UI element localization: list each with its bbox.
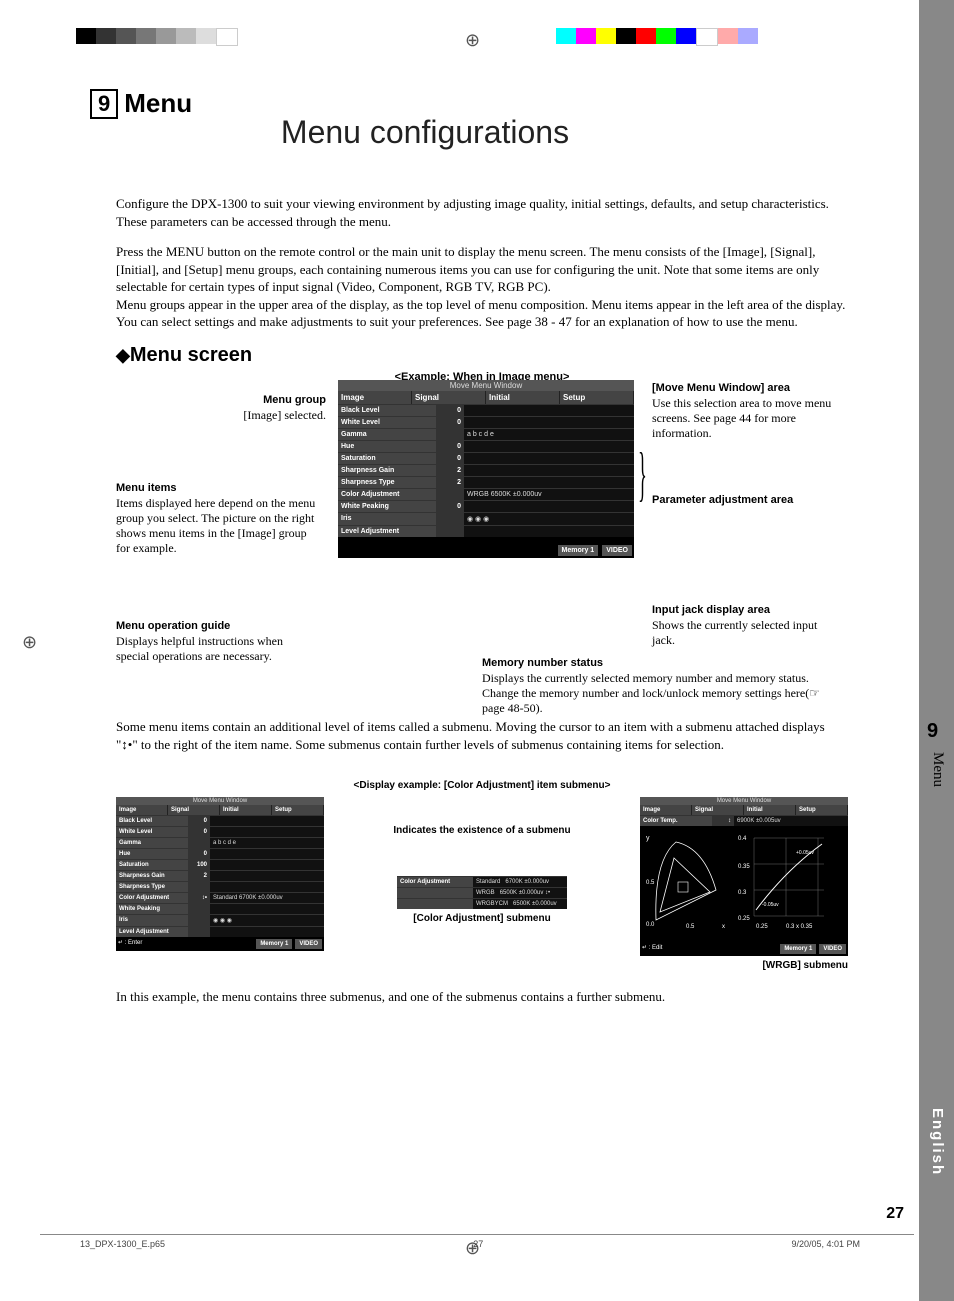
annot-operation-guide: Menu operation guideDisplays helpful ins… <box>116 618 316 664</box>
annot-menu-items: Menu itemsItems displayed here depend on… <box>116 480 316 556</box>
annot-param-area: Parameter adjustment area <box>652 492 842 508</box>
osd-row: Level Adjustment <box>338 525 634 537</box>
osd-row: Iris◉ ◉ ◉ <box>116 914 324 926</box>
svg-text:-0.05uv: -0.05uv <box>762 902 779 908</box>
submenu-para: Some menu items contain an additional le… <box>116 718 848 753</box>
svg-text:0.3: 0.3 <box>738 890 747 896</box>
intro-p1: Configure the DPX-1300 to suit your view… <box>116 195 848 230</box>
osd-row: Saturation0 <box>338 452 634 464</box>
brace-icon: } <box>638 440 647 509</box>
annot-move-window: [Move Menu Window] areaUse this selectio… <box>652 380 842 441</box>
callout-indicates: Indicates the existence of a submenu <box>332 825 632 836</box>
intro-p3: Menu groups appear in the upper area of … <box>116 296 848 331</box>
reg-mark-top: ⊕ <box>465 30 480 51</box>
callout-wrgb-sub: [WRGB] submenu <box>640 960 848 971</box>
side-tab: 9 Menu English <box>919 0 954 1301</box>
osd-row: Sharpness Gain2 <box>338 464 634 476</box>
osd-row: Color Adjustment↕•Standard 6700K ±0.000u… <box>116 892 324 903</box>
osd-row: Hue0 <box>116 848 324 859</box>
chromaticity-chart-icon: y 0.5 0.0 0.5 x <box>644 830 732 930</box>
osd-tab-setup: Setup <box>560 391 634 404</box>
annot-memory-status: Memory number statusDisplays the current… <box>482 655 842 716</box>
svg-text:0.5: 0.5 <box>686 924 695 930</box>
osd-row: Gammaa b c d e <box>116 837 324 848</box>
osd-row: White Peaking <box>116 903 324 914</box>
osd-row: Sharpness Type2 <box>338 476 634 488</box>
osd-ca-submenu: Color AdjustmentStandard 6700K ±0.000uv … <box>397 876 567 909</box>
osd-row: Sharpness Gain2 <box>116 870 324 881</box>
reg-mark-left: ⊕ <box>22 632 37 653</box>
osd-row: White Peaking0 <box>338 500 634 512</box>
osd-row: Iris◉ ◉ ◉ <box>338 512 634 525</box>
osd-move-bar: Move Menu Window <box>338 380 634 391</box>
osd-right: Move Menu Window Image Signal Initial Se… <box>640 797 848 971</box>
print-footer: 13_DPX-1300_E.p65 27 9/20/05, 4:01 PM <box>80 1239 860 1249</box>
svg-text:0.25: 0.25 <box>738 916 750 922</box>
osd-tab-image: Image <box>338 391 412 404</box>
section-menu-screen: ◆Menu screen <box>116 344 848 367</box>
example2-label: <Display example: [Color Adjustment] ite… <box>116 780 848 791</box>
whitepoint-detail-icon: 0.4 0.35 0.3 0.25 0.25 0.3 x 0.35 +0.05u… <box>736 830 828 930</box>
osd-row: Black Level0 <box>116 815 324 826</box>
svg-text:0.5: 0.5 <box>646 880 655 886</box>
svg-text:0.35: 0.35 <box>738 864 750 870</box>
osd-row: Black Level0 <box>338 404 634 416</box>
osd-tab-signal: Signal <box>412 391 486 404</box>
page-title: Menu configurations <box>0 114 850 151</box>
annot-input-jack: Input jack display areaShows the current… <box>652 602 842 648</box>
print-colorbar-left <box>76 28 238 44</box>
page-number: 27 <box>886 1205 904 1223</box>
footer-date: 9/20/05, 4:01 PM <box>791 1239 860 1249</box>
closing-para: In this example, the menu contains three… <box>116 989 848 1005</box>
callout-ca-sub: [Color Adjustment] submenu <box>332 913 632 924</box>
svg-text:x: x <box>722 924 725 930</box>
osd-memory: Memory 1 <box>558 545 599 556</box>
svg-text:0.3 x 0.35: 0.3 x 0.35 <box>786 924 813 930</box>
osd-tabs: Image Signal Initial Setup <box>338 391 634 404</box>
osd-tab-initial: Initial <box>486 391 560 404</box>
intro-p2: Press the MENU button on the remote cont… <box>116 243 848 296</box>
print-colorbar-right <box>556 28 758 44</box>
side-chapter-name: Menu <box>929 752 946 787</box>
osd-main: Move Menu Window Image Signal Initial Se… <box>338 380 634 558</box>
body-text: Configure the DPX-1300 to suit your view… <box>116 182 848 387</box>
side-language: English <box>929 1108 946 1176</box>
footer-pg: 27 <box>473 1239 483 1249</box>
osd-row: Color AdjustmentWRGB 6500K ±0.000uv <box>338 488 634 500</box>
osd-left: Move Menu Window Image Signal Initial Se… <box>116 797 324 951</box>
footer-file: 13_DPX-1300_E.p65 <box>80 1239 165 1249</box>
osd-row: White Level0 <box>116 826 324 837</box>
svg-text:+0.05uv: +0.05uv <box>796 850 814 856</box>
side-chapter-num: 9 <box>927 720 938 743</box>
osd-row: Sharpness Type <box>116 881 324 892</box>
osd-row: Level Adjustment <box>116 926 324 937</box>
annot-menu-group: Menu group[Image] selected. <box>116 392 326 423</box>
svg-text:0.0: 0.0 <box>646 922 655 928</box>
svg-text:0.4: 0.4 <box>738 836 747 842</box>
svg-text:0.25: 0.25 <box>756 924 768 930</box>
osd-video: VIDEO <box>602 545 632 556</box>
footer-rule <box>40 1234 914 1235</box>
osd-row: White Level0 <box>338 416 634 428</box>
osd-row: Hue0 <box>338 440 634 452</box>
svg-text:y: y <box>646 835 650 842</box>
osd-row: Gammaa b c d e <box>338 428 634 440</box>
osd-row: Saturation100 <box>116 859 324 870</box>
